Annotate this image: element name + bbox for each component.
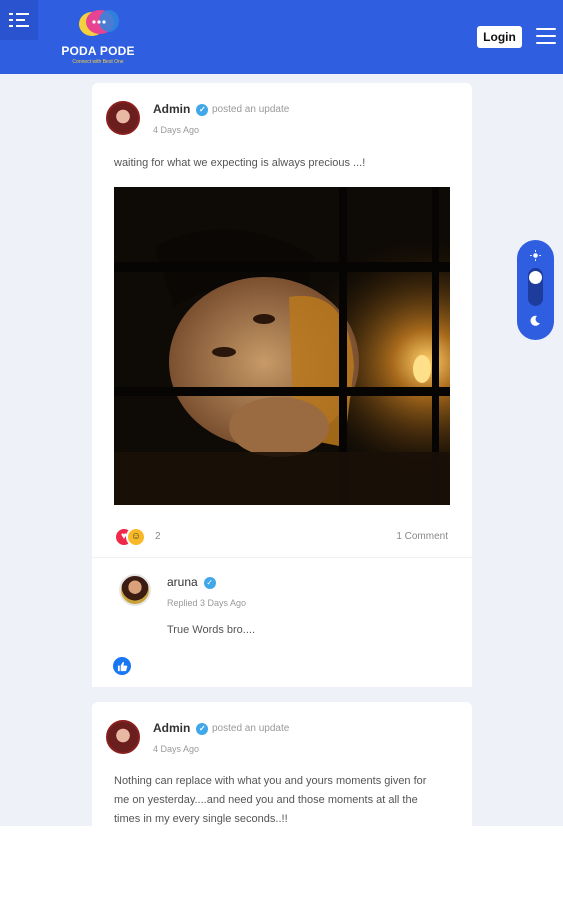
hamburger-menu-icon bbox=[536, 28, 556, 30]
post-time: 4 Days Ago bbox=[153, 744, 200, 754]
post-text-line: me on yesterday....and need you and thos… bbox=[114, 794, 418, 806]
top-navbar: PODA PODE Connect with Best One Login bbox=[0, 0, 563, 74]
author-avatar[interactable] bbox=[106, 101, 140, 135]
like-icon bbox=[117, 661, 127, 671]
author-avatar[interactable] bbox=[106, 720, 140, 754]
theme-toggle-track[interactable] bbox=[528, 268, 543, 306]
post-action-text: posted an update bbox=[212, 104, 290, 115]
post-time: 4 Days Ago bbox=[153, 125, 200, 135]
bottom-overlay bbox=[0, 826, 563, 900]
verified-icon: ✓ bbox=[196, 722, 209, 735]
sidebar-toggle-button[interactable] bbox=[0, 0, 38, 40]
post-photo[interactable] bbox=[114, 187, 450, 505]
author-name[interactable]: Admin ✓ bbox=[153, 102, 209, 116]
activity-post: Admin ✓ posted an update 4 Days Ago Nothi… bbox=[92, 702, 472, 842]
post-image bbox=[114, 187, 450, 505]
sidebar-toggle-icon bbox=[9, 13, 29, 27]
like-button[interactable] bbox=[113, 657, 131, 675]
moon-icon bbox=[530, 315, 540, 326]
sun-icon bbox=[530, 250, 541, 261]
theme-toggle-knob[interactable] bbox=[529, 271, 542, 284]
comment-time: Replied 3 Days Ago bbox=[167, 598, 247, 608]
brand-name: PODA PODE bbox=[61, 44, 135, 58]
author-name[interactable]: Admin ✓ bbox=[153, 721, 209, 735]
laugh-reaction-icon: ☺ bbox=[126, 527, 146, 547]
theme-toggle[interactable] bbox=[517, 240, 554, 340]
verified-icon: ✓ bbox=[196, 103, 209, 116]
commenter-name[interactable]: aruna ✓ bbox=[167, 575, 216, 589]
comment-count-link[interactable]: 1 Comment bbox=[396, 531, 448, 542]
reactions[interactable]: ♥ ☺ bbox=[114, 527, 150, 547]
reaction-count: 2 bbox=[155, 531, 161, 542]
post-action-text: posted an update bbox=[212, 723, 290, 734]
reaction-bar: ♥ ☺ 2 1 Comment bbox=[114, 523, 450, 551]
hamburger-menu-button[interactable] bbox=[536, 28, 556, 44]
post-text: Nothing can replace with what you and yo… bbox=[114, 772, 426, 829]
brand-logo[interactable]: PODA PODE Connect with Best One bbox=[58, 8, 138, 68]
logo-bubbles-icon bbox=[79, 10, 119, 36]
commenter-avatar[interactable] bbox=[119, 574, 151, 606]
verified-icon: ✓ bbox=[203, 576, 216, 589]
comment-text: True Words bro.... bbox=[167, 624, 256, 636]
comment-item: aruna ✓ Replied 3 Days Ago True Words bro… bbox=[92, 557, 472, 687]
post-text: waiting for what we expecting is always … bbox=[114, 157, 366, 169]
post-text-line: Nothing can replace with what you and yo… bbox=[114, 775, 427, 787]
login-button[interactable]: Login bbox=[477, 26, 522, 48]
brand-tagline: Connect with Best One bbox=[72, 59, 124, 65]
activity-post: Admin ✓ posted an update 4 Days Ago waiti… bbox=[92, 83, 472, 687]
